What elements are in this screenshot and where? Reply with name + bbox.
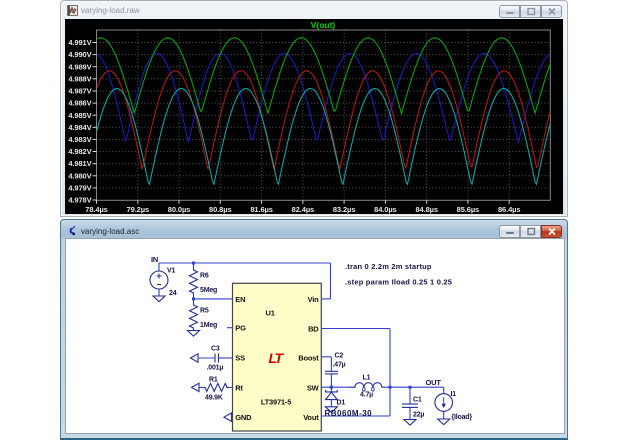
svg-text:4.978V: 4.978V	[68, 196, 91, 205]
svg-text:4.981V: 4.981V	[68, 159, 91, 168]
svg-text:1Meg: 1Meg	[200, 322, 217, 329]
svg-text:80.8µs: 80.8µs	[209, 205, 232, 214]
svg-text:SS: SS	[235, 354, 245, 363]
svg-text:RB060M-30: RB060M-30	[325, 409, 373, 418]
svg-text:4.989V: 4.989V	[68, 62, 91, 71]
svg-text:Vout: Vout	[303, 413, 319, 422]
svg-text:79.2µs: 79.2µs	[127, 205, 150, 214]
svg-text:4.988V: 4.988V	[68, 74, 91, 83]
svg-text:4.984V: 4.984V	[68, 123, 91, 132]
svg-text:.001µ: .001µ	[207, 365, 224, 372]
svg-text:R6: R6	[200, 273, 209, 280]
svg-text:.tran 0 2.2m 2m startup: .tran 0 2.2m 2m startup	[345, 262, 432, 271]
svg-text:PG: PG	[235, 324, 246, 333]
svg-text:BD: BD	[308, 325, 319, 334]
svg-text:OUT: OUT	[426, 378, 442, 387]
svg-text:4.983V: 4.983V	[68, 135, 91, 144]
svg-text:C3: C3	[211, 346, 220, 353]
svg-text:SW: SW	[307, 383, 320, 392]
svg-text:C1: C1	[413, 397, 422, 404]
svg-text:4.991V: 4.991V	[68, 38, 91, 47]
svg-text:V1: V1	[167, 268, 175, 275]
svg-text:C2: C2	[335, 353, 344, 360]
svg-text:85.6µs: 85.6µs	[457, 205, 480, 214]
svg-text:D1: D1	[337, 400, 346, 407]
svg-text:22µ: 22µ	[413, 412, 424, 419]
svg-text:{Iload}: {Iload}	[452, 414, 473, 421]
svg-text:4.986V: 4.986V	[68, 99, 91, 108]
svg-text:4.985V: 4.985V	[68, 111, 91, 120]
svg-text:Vin: Vin	[308, 295, 320, 304]
svg-text:V(out): V(out)	[311, 20, 336, 30]
svg-text:.step param Iload 0.25 1 0.25: .step param Iload 0.25 1 0.25	[345, 278, 452, 287]
svg-text:Boost: Boost	[298, 354, 319, 363]
svg-text:IN: IN	[151, 255, 158, 264]
svg-text:Rt: Rt	[235, 383, 243, 392]
svg-text:78.4µs: 78.4µs	[85, 205, 108, 214]
svg-text:84.8µs: 84.8µs	[415, 205, 438, 214]
svg-text:L1: L1	[363, 375, 371, 382]
svg-text:84.0µs: 84.0µs	[374, 205, 397, 214]
svg-text:GND: GND	[235, 413, 252, 422]
svg-text:EN: EN	[235, 295, 245, 304]
svg-text:LT3971-5: LT3971-5	[261, 398, 291, 407]
svg-text:24: 24	[169, 290, 177, 297]
svg-text:I1: I1	[451, 391, 457, 398]
svg-text:4.982V: 4.982V	[68, 147, 91, 156]
svg-text:83.2µs: 83.2µs	[333, 205, 356, 214]
svg-text:.47µ: .47µ	[333, 362, 346, 369]
svg-text:4.7µ: 4.7µ	[360, 392, 373, 399]
svg-text:4.987V: 4.987V	[68, 87, 91, 96]
svg-text:86.4µs: 86.4µs	[498, 205, 521, 214]
svg-text:49.9K: 49.9K	[205, 395, 223, 402]
svg-text:U1: U1	[266, 309, 275, 318]
svg-text:81.6µs: 81.6µs	[250, 205, 273, 214]
svg-text:4.979V: 4.979V	[68, 184, 91, 193]
svg-text:R5: R5	[200, 308, 209, 315]
svg-text:R1: R1	[209, 377, 218, 384]
svg-text:5Meg: 5Meg	[200, 287, 217, 294]
svg-text:80.0µs: 80.0µs	[168, 205, 191, 214]
svg-text:82.4µs: 82.4µs	[292, 205, 315, 214]
svg-text:4.990V: 4.990V	[68, 50, 91, 59]
svg-text:4.980V: 4.980V	[68, 171, 91, 180]
